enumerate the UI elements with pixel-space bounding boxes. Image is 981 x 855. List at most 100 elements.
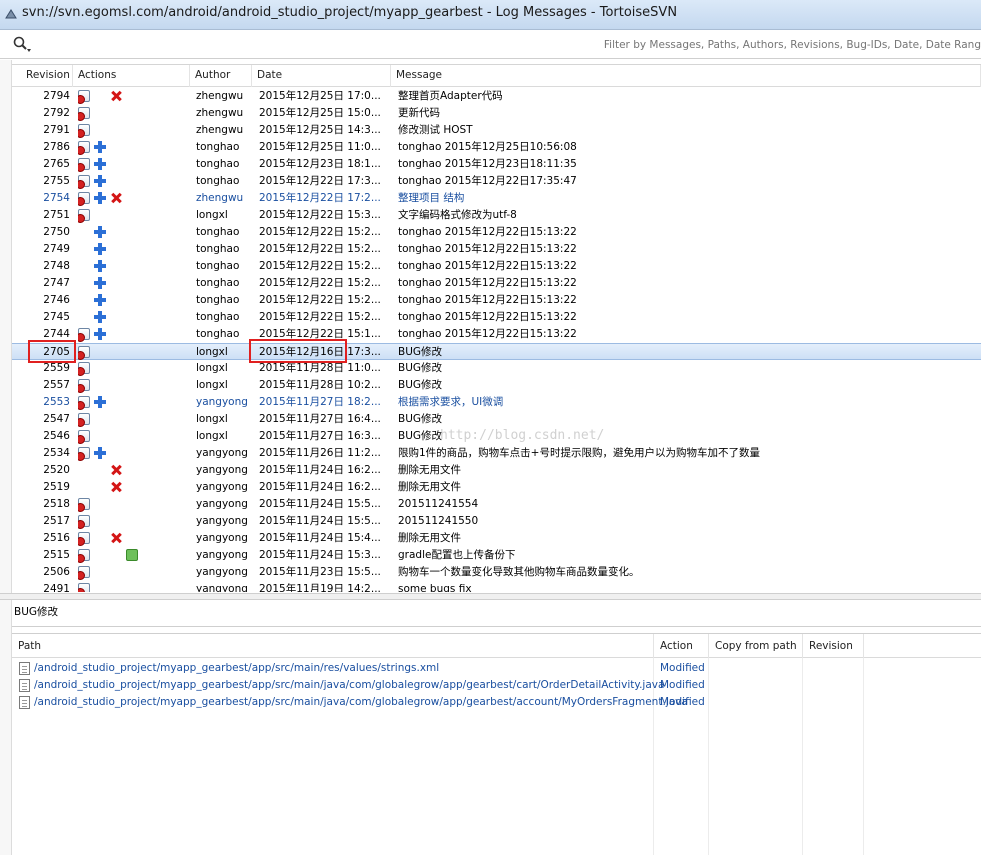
log-row[interactable]: 2491 yangyong 2015年11月19日 14:2... some bugs…	[12, 581, 981, 592]
date-cell: 2015年11月24日 15:3...	[259, 549, 381, 561]
column-header-path[interactable]: Path	[12, 634, 654, 658]
actions-cell	[78, 445, 188, 462]
log-row[interactable]: 2794 zhengwu 2015年12月25日 17:0... 整理首页Adapte…	[12, 88, 981, 105]
log-row[interactable]: 2705 longxl 2015年12月16日 17:3... BUG修改	[12, 343, 981, 360]
deleted-icon	[110, 192, 122, 204]
log-row[interactable]: 2553 yangyong 2015年11月27日 18:2... 根据需求要求，UI…	[12, 394, 981, 411]
log-list[interactable]: Revision Actions Author Date Message 279…	[12, 64, 981, 592]
log-row[interactable]: 2515 yangyong 2015年11月24日 15:3... gradle配置也…	[12, 547, 981, 564]
log-row[interactable]: 2744 tonghao 2015年12月22日 15:1... tonghao 20…	[12, 326, 981, 343]
log-row[interactable]: 2559 longxl 2015年11月28日 11:0... BUG修改	[12, 360, 981, 377]
column-header-actions[interactable]: Actions	[73, 65, 190, 87]
date-highlight-box	[249, 339, 347, 363]
message-cell: tonghao 2015年12月22日15:13:22	[398, 226, 577, 238]
log-row[interactable]: 2792 zhengwu 2015年12月25日 15:0... 更新代码	[12, 105, 981, 122]
changed-paths-list[interactable]: Path Action Copy from path Revision /and…	[12, 633, 981, 855]
log-row[interactable]: 2517 yangyong 2015年11月24日 15:5... 201511241…	[12, 513, 981, 530]
message-cell: tonghao 2015年12月22日15:13:22	[398, 260, 577, 272]
actions-cell	[78, 462, 188, 479]
author-cell: longxl	[196, 346, 228, 358]
log-row[interactable]: 2749 tonghao 2015年12月22日 15:2... tonghao 20…	[12, 241, 981, 258]
path-row[interactable]: /android_studio_project/myapp_gearbest/a…	[12, 677, 981, 694]
date-cell: 2015年11月28日 10:2...	[259, 379, 381, 391]
log-row[interactable]: 2755 tonghao 2015年12月22日 17:3... tonghao 20…	[12, 173, 981, 190]
column-header-copy-from-path[interactable]: Copy from path	[709, 634, 803, 658]
path-text: /android_studio_project/myapp_gearbest/a…	[34, 696, 688, 708]
actions-cell	[78, 496, 188, 513]
log-row[interactable]: 2786 tonghao 2015年12月25日 11:0... tonghao 20…	[12, 139, 981, 156]
revision-cell: 2765	[43, 158, 70, 170]
column-header-date[interactable]: Date	[252, 65, 391, 87]
date-cell: 2015年11月27日 16:4...	[259, 413, 381, 425]
path-row[interactable]: /android_studio_project/myapp_gearbest/a…	[12, 660, 981, 677]
log-row[interactable]: 2747 tonghao 2015年12月22日 15:2... tonghao 20…	[12, 275, 981, 292]
message-cell: 201511241550	[398, 515, 479, 527]
message-cell: 删除无用文件	[398, 532, 461, 544]
log-row[interactable]: 2557 longxl 2015年11月28日 10:2... BUG修改	[12, 377, 981, 394]
author-cell: yangyong	[196, 532, 248, 544]
column-header-message[interactable]: Message	[391, 65, 981, 87]
date-cell: 2015年12月22日 15:3...	[259, 209, 381, 221]
message-pane[interactable]: BUG修改	[12, 601, 981, 627]
search-filter-button[interactable]	[12, 35, 34, 55]
actions-cell	[78, 241, 188, 258]
filter-input[interactable]	[40, 34, 981, 56]
actions-cell	[78, 309, 188, 326]
modified-icon	[78, 328, 90, 342]
log-row[interactable]: 2534 yangyong 2015年11月26日 11:2... 限购1件的商品，购…	[12, 445, 981, 462]
modified-icon	[78, 346, 90, 360]
selected-message-text: BUG修改	[14, 606, 59, 618]
log-row[interactable]: 2748 tonghao 2015年12月22日 15:2... tonghao 20…	[12, 258, 981, 275]
revision-cell: 2786	[43, 141, 70, 153]
log-row[interactable]: 2547 longxl 2015年11月27日 16:4... BUG修改	[12, 411, 981, 428]
author-cell: yangyong	[196, 396, 248, 408]
modified-icon	[78, 209, 90, 223]
revision-cell: 2516	[43, 532, 70, 544]
message-cell: BUG修改	[398, 413, 443, 425]
revision-cell: 2750	[43, 226, 70, 238]
message-cell: 限购1件的商品，购物车点击+号时提示限购，避免用户以为购物车加不了数量	[398, 447, 760, 459]
actions-cell	[78, 173, 188, 190]
author-cell: longxl	[196, 209, 228, 221]
author-cell: zhengwu	[196, 107, 244, 119]
log-row[interactable]: 2506 yangyong 2015年11月23日 15:5... 购物车一个数量变化…	[12, 564, 981, 581]
column-header-path-revision[interactable]: Revision	[803, 634, 864, 658]
deleted-icon	[110, 464, 122, 476]
log-row[interactable]: 2518 yangyong 2015年11月24日 15:5... 201511241…	[12, 496, 981, 513]
log-row[interactable]: 2791 zhengwu 2015年12月25日 14:3... 修改测试 HOST	[12, 122, 981, 139]
author-cell: tonghao	[196, 141, 240, 153]
pane-splitter[interactable]	[0, 593, 981, 600]
log-row[interactable]: 2746 tonghao 2015年12月22日 15:2... tonghao 20…	[12, 292, 981, 309]
log-row[interactable]: 2519 yangyong 2015年11月24日 16:2... 删除无用文件	[12, 479, 981, 496]
message-cell: 更新代码	[398, 107, 440, 119]
column-header-action[interactable]: Action	[654, 634, 709, 658]
actions-cell	[78, 156, 188, 173]
log-row[interactable]: 2751 longxl 2015年12月22日 15:3... 文字编码格式修改为ut…	[12, 207, 981, 224]
path-row[interactable]: /android_studio_project/myapp_gearbest/a…	[12, 694, 981, 711]
modified-icon	[78, 379, 90, 393]
message-cell: tonghao 2015年12月25日10:56:08	[398, 141, 577, 153]
log-row[interactable]: 2745 tonghao 2015年12月22日 15:2... tonghao 20…	[12, 309, 981, 326]
log-row[interactable]: 2765 tonghao 2015年12月23日 18:1... tonghao 20…	[12, 156, 981, 173]
log-row[interactable]: 2516 yangyong 2015年11月24日 15:4... 删除无用文件	[12, 530, 981, 547]
added-icon	[94, 175, 106, 187]
actions-cell	[78, 513, 188, 530]
author-cell: yangyong	[196, 566, 248, 578]
log-row[interactable]: 2520 yangyong 2015年11月24日 16:2... 删除无用文件	[12, 462, 981, 479]
path-text: /android_studio_project/myapp_gearbest/a…	[34, 679, 665, 691]
log-row[interactable]: 2750 tonghao 2015年12月22日 15:2... tonghao 20…	[12, 224, 981, 241]
revision-cell: 2749	[43, 243, 70, 255]
left-margin	[0, 60, 12, 855]
author-cell: yangyong	[196, 481, 248, 493]
author-cell: longxl	[196, 413, 228, 425]
actions-cell	[78, 360, 188, 377]
log-header: Revision Actions Author Date Message	[12, 65, 981, 87]
column-header-revision[interactable]: Revision	[12, 65, 73, 87]
log-row[interactable]: 2754 zhengwu 2015年12月22日 17:2... 整理项目 结构	[12, 190, 981, 207]
tortoisesvn-icon	[5, 9, 17, 19]
revision-highlight-box	[28, 340, 76, 363]
author-cell: tonghao	[196, 294, 240, 306]
column-header-author[interactable]: Author	[190, 65, 252, 87]
actions-cell	[78, 105, 188, 122]
modified-icon	[78, 141, 90, 155]
